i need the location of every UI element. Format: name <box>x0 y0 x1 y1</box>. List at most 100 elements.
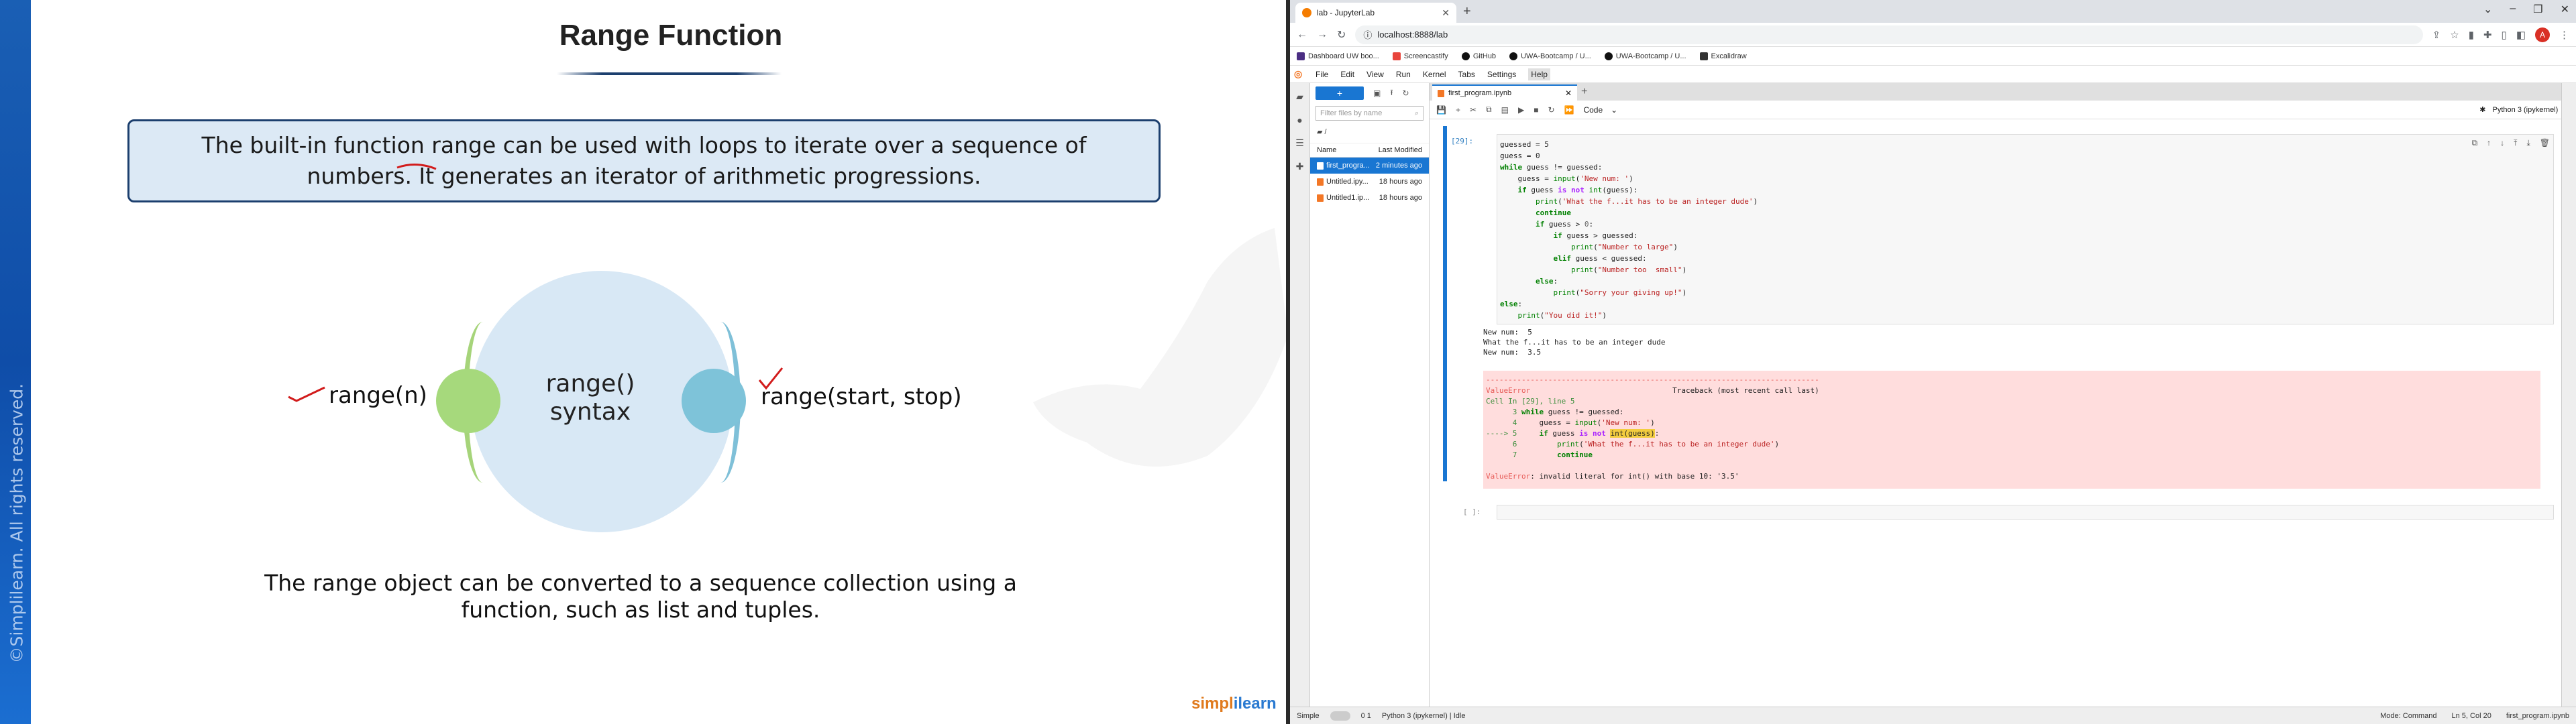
simple-mode-toggle[interactable] <box>1330 711 1350 721</box>
add-cell-icon[interactable]: + <box>1456 105 1460 115</box>
breadcrumb[interactable]: ▰ / <box>1310 123 1429 140</box>
running-icon[interactable]: ● <box>1297 115 1302 125</box>
insert-below-icon[interactable]: ⤓ <box>2526 138 2530 148</box>
modified-column-header[interactable]: Last Modified <box>1379 146 1422 154</box>
cell-type-value: Code <box>1583 105 1603 115</box>
file-modified: 2 minutes ago <box>1375 162 1422 170</box>
cell-type-select[interactable]: Code ⌄ <box>1583 105 1617 115</box>
active-cell-indicator <box>1443 126 1447 481</box>
menu-kernel[interactable]: Kernel <box>1423 70 1446 79</box>
menu-run[interactable]: Run <box>1396 70 1411 79</box>
extension-icon[interactable]: ▮ <box>2469 29 2474 41</box>
tab-title: lab - JupyterLab <box>1317 8 1375 17</box>
address-bar[interactable]: ⓘ localhost:8888/lab <box>1355 25 2423 44</box>
cursor-position[interactable]: Ln 5, Col 20 <box>2452 712 2491 720</box>
bottom-description: The range object can be converted to a s… <box>264 570 1017 623</box>
notebook-area: first_program.ipynb ✕ + 💾 + ✂ ⧉ ▤ ▶ ■ ↻ … <box>1430 83 2576 707</box>
left-activity-bar: ▰ ● ☰ ✚ <box>1290 83 1310 707</box>
sidebar-icon[interactable]: ◧ <box>2516 29 2526 41</box>
restart-icon[interactable]: ↻ <box>1548 105 1554 115</box>
paste-icon[interactable]: ▤ <box>1501 105 1509 115</box>
browser-tab[interactable]: lab - JupyterLab ✕ <box>1295 3 1456 23</box>
fast-forward-icon[interactable]: ⏩ <box>1564 105 1574 115</box>
save-icon[interactable]: 💾 <box>1436 105 1446 115</box>
refresh-icon[interactable]: ↻ <box>1403 88 1409 98</box>
red-check-icon <box>288 386 325 402</box>
menu-kebab-icon[interactable]: ⋮ <box>2559 29 2569 41</box>
file-row[interactable]: Untitled1.ip... 18 hours ago <box>1310 190 1429 206</box>
bookmark-item[interactable]: Dashboard UW boo... <box>1297 52 1379 60</box>
maximize-icon[interactable]: ❐ <box>2533 3 2542 16</box>
menu-file[interactable]: File <box>1316 70 1328 79</box>
cell-prompt: [29]: <box>1451 137 1474 145</box>
bookmark-label: Dashboard UW boo... <box>1308 52 1379 60</box>
bookmark-star-icon[interactable]: ☆ <box>2450 29 2459 41</box>
menu-help[interactable]: Help <box>1528 68 1550 80</box>
bookmark-item[interactable]: GitHub <box>1461 52 1496 60</box>
bookmark-item[interactable]: UWA-Bootcamp / U... <box>1509 52 1591 60</box>
move-up-icon[interactable]: ↑ <box>2487 138 2491 148</box>
close-window-icon[interactable]: ✕ <box>2561 3 2569 16</box>
presentation-slide: ©Simplilearn. All rights reserved. Range… <box>0 0 1286 724</box>
kernel-counts[interactable]: 0 1 <box>1361 712 1371 720</box>
chevron-down-icon[interactable]: ⌄ <box>2483 3 2492 16</box>
bookmark-item[interactable]: Excalidraw <box>1699 52 1747 60</box>
empty-code-cell[interactable]: [ ]: <box>1443 505 2557 521</box>
copy-icon[interactable]: ⧉ <box>1486 105 1492 115</box>
profile-avatar[interactable]: A <box>2535 27 2550 42</box>
kernel-status[interactable]: Python 3 (ipykernel) | Idle <box>1382 712 1466 720</box>
github-icon <box>1604 52 1613 60</box>
cell-output: New num: 5 What the f...it has to be an … <box>1483 328 1666 357</box>
menu-tabs[interactable]: Tabs <box>1458 70 1475 79</box>
insert-above-icon[interactable]: ⤒ <box>2514 138 2517 148</box>
move-down-icon[interactable]: ↓ <box>2500 138 2504 148</box>
info-icon[interactable]: ⓘ <box>1363 28 1372 41</box>
command-palette-icon[interactable]: ☰ <box>1295 137 1304 149</box>
minimize-icon[interactable]: – <box>2510 3 2516 16</box>
close-tab-icon[interactable]: ✕ <box>1442 7 1450 19</box>
menu-settings[interactable]: Settings <box>1487 70 1516 79</box>
code-editor[interactable] <box>1497 505 2554 520</box>
kernel-indicator[interactable]: ✱Python 3 (ipykernel)○ <box>2479 105 2569 115</box>
code-editor[interactable]: guessed = 5 guess = 0 while guess != gue… <box>1497 134 2554 324</box>
notebook-tab[interactable]: first_program.ipynb ✕ <box>1432 84 1577 101</box>
cut-icon[interactable]: ✂ <box>1470 105 1477 115</box>
close-icon[interactable]: ✕ <box>1565 88 1572 98</box>
add-tab-icon[interactable]: + <box>1581 86 1587 101</box>
bookmark-item[interactable]: UWA-Bootcamp / U... <box>1604 52 1686 60</box>
file-list-header: Name Last Modified <box>1310 143 1429 158</box>
menu-view[interactable]: View <box>1366 70 1384 79</box>
browser-window: lab - JupyterLab ✕ + ⌄ – ❐ ✕ ← → ↻ ⓘ loc… <box>1290 0 2576 724</box>
bookmarks-bar: Dashboard UW boo... Screencastify GitHub… <box>1290 47 2576 66</box>
name-column-header[interactable]: Name <box>1317 146 1336 154</box>
file-row[interactable]: first_progra... 2 minutes ago <box>1310 158 1429 174</box>
code-cell[interactable]: [29]: guessed = 5 guess = 0 while guess … <box>1443 126 2557 481</box>
definition-text: The built-in function range can be used … <box>201 132 1087 189</box>
extension-manager-icon[interactable]: ✚ <box>1296 161 1304 172</box>
new-folder-icon[interactable]: ▣ <box>1373 88 1381 98</box>
upload-icon[interactable]: ⭱ <box>1390 86 1393 101</box>
blue-dot <box>682 369 746 433</box>
syntax-label-line2: syntax <box>549 398 631 426</box>
file-row[interactable]: Untitled.ipy... 18 hours ago <box>1310 174 1429 190</box>
stop-icon[interactable]: ■ <box>1534 105 1538 115</box>
run-icon[interactable]: ▶ <box>1518 105 1524 115</box>
new-tab-icon[interactable]: + <box>1463 4 1471 19</box>
new-launcher-button[interactable]: + <box>1316 86 1364 100</box>
sidebar-icon[interactable]: ▯ <box>2502 29 2507 41</box>
delete-icon[interactable]: 🗑 <box>2540 138 2550 148</box>
file-name: first_progra... <box>1326 162 1370 170</box>
bookmark-label: UWA-Bootcamp / U... <box>1521 52 1591 60</box>
forward-icon[interactable]: → <box>1317 29 1328 41</box>
file-filter-input[interactable]: Filter files by name ⌕ <box>1316 106 1424 121</box>
bookmark-item[interactable]: Screencastify <box>1392 52 1448 60</box>
notebook-icon <box>1438 89 1444 97</box>
extensions-puzzle-icon[interactable]: ✚ <box>2483 29 2492 41</box>
duplicate-icon[interactable]: ⧉ <box>2472 138 2478 148</box>
share-icon[interactable]: ⇪ <box>2432 29 2441 41</box>
reload-icon[interactable]: ↻ <box>1337 28 1346 42</box>
menu-edit[interactable]: Edit <box>1340 70 1354 79</box>
folder-icon[interactable]: ▰ <box>1296 91 1303 103</box>
bookmark-label: UWA-Bootcamp / U... <box>1615 52 1686 60</box>
back-icon[interactable]: ← <box>1297 29 1307 41</box>
